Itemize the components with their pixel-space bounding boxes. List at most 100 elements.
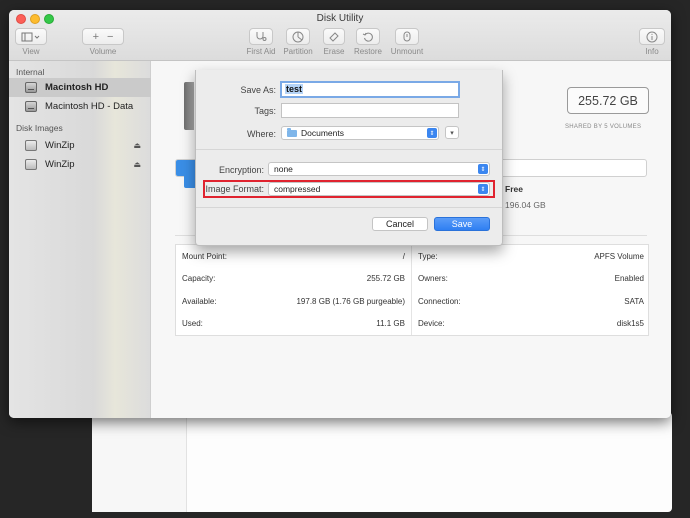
info-button[interactable]	[639, 28, 665, 45]
disk-image-icon	[25, 159, 37, 170]
sidebar-item-label: WinZip	[45, 140, 75, 151]
unmount-label: Unmount	[390, 47, 424, 56]
volume-button[interactable]: + −	[82, 28, 124, 45]
cancel-button[interactable]: Cancel	[372, 217, 428, 231]
info-value: 255.72 GB	[366, 274, 405, 284]
info-value: SATA	[624, 296, 644, 306]
sidebar-icon	[21, 32, 40, 41]
info-key: Owners:	[418, 274, 448, 284]
info-column-left: Mount Point: / Capacity: 255.72 GB Availab…	[176, 245, 412, 335]
sidebar-item-winzip[interactable]: WinZip ⏏	[9, 155, 151, 174]
encryption-label: Encryption:	[218, 165, 264, 175]
expand-dialog-button[interactable]: ▾	[445, 126, 459, 139]
info-key: Available:	[182, 296, 217, 306]
erase-icon	[329, 32, 339, 42]
background-window-sidebar	[92, 412, 187, 512]
sidebar: Internal Macintosh HD Macintosh HD - Dat…	[9, 61, 151, 418]
info-value: 11.1 GB	[376, 319, 405, 329]
info-column-right: Type: APFS Volume Owners: Enabled Connecti…	[412, 245, 650, 335]
volume-label: Volume	[89, 47, 117, 56]
info-value: /	[402, 251, 405, 261]
unmount-button[interactable]	[395, 28, 419, 45]
dialog-separator	[196, 207, 502, 208]
info-row-capacity: Capacity: 255.72 GB	[176, 268, 411, 291]
view-button[interactable]	[15, 28, 47, 45]
save-dialog: Save As: test Tags: Where: Documents ⇕ ▾…	[195, 70, 503, 246]
save-as-value: test	[285, 84, 304, 94]
info-key: Type:	[418, 251, 438, 261]
shared-volumes-note: SHARED BY 5 VOLUMES	[565, 124, 642, 130]
info-key: Capacity:	[182, 274, 216, 284]
save-button[interactable]: Save	[434, 217, 490, 231]
sidebar-item-winzip[interactable]: WinZip ⏏	[9, 136, 151, 155]
window-title: Disk Utility	[316, 13, 364, 24]
first-aid-label: First Aid	[246, 47, 276, 56]
where-popup[interactable]: Documents ⇕	[281, 126, 439, 140]
popup-arrows-icon: ⇕	[478, 164, 488, 174]
unmount-icon	[403, 31, 411, 41]
volume-disk-image	[184, 82, 194, 130]
info-row-connection: Connection: SATA	[412, 290, 650, 313]
info-value: disk1s5	[616, 319, 644, 329]
encryption-value: none	[274, 164, 293, 174]
folder-icon	[287, 127, 297, 137]
where-label: Where:	[246, 129, 276, 139]
free-legend-label: Free	[505, 184, 523, 194]
sidebar-item-macintosh-hd[interactable]: Macintosh HD	[9, 78, 151, 97]
disk-image-icon	[25, 140, 37, 151]
add-icon[interactable]: +	[93, 31, 99, 43]
info-row-available: Available: 197.8 GB (1.76 GB purgeable)	[176, 290, 411, 313]
free-legend-value: 196.04 GB	[505, 200, 546, 210]
info-row-mount-point: Mount Point: /	[176, 245, 411, 268]
storage-used-stub	[184, 170, 195, 188]
info-row-used: Used: 11.1 GB	[176, 313, 411, 336]
info-value: APFS Volume	[594, 251, 644, 261]
info-value: 197.8 GB (1.76 GB purgeable)	[296, 296, 405, 306]
first-aid-button[interactable]	[249, 28, 273, 45]
internal-disk-icon	[25, 101, 37, 112]
sidebar-item-label: Macintosh HD	[45, 82, 109, 93]
popup-arrows-icon: ⇕	[427, 128, 437, 138]
info-value: Enabled	[614, 274, 644, 284]
restore-button[interactable]	[356, 28, 380, 45]
encryption-popup[interactable]: none ⇕	[268, 162, 490, 176]
image-format-highlight	[203, 180, 495, 198]
info-row-owners: Owners: Enabled	[412, 268, 650, 291]
erase-button[interactable]	[323, 28, 345, 45]
info-label: Info	[645, 47, 659, 56]
info-key: Device:	[418, 319, 445, 329]
info-row-type: Type: APFS Volume	[412, 245, 650, 268]
dialog-separator	[196, 149, 502, 150]
info-key: Connection:	[418, 296, 461, 306]
disk-utility-window: Disk Utility View + − Volume First Aid P…	[9, 10, 671, 418]
sidebar-header-disk-images: Disk Images	[16, 123, 63, 133]
erase-label: Erase	[323, 47, 345, 56]
sidebar-item-label: WinZip	[45, 159, 75, 170]
where-value: Documents	[301, 128, 344, 138]
partition-label: Partition	[283, 47, 313, 56]
title-bar: Disk Utility View + − Volume First Aid P…	[9, 10, 671, 61]
info-key: Used:	[182, 319, 203, 329]
background-window	[92, 412, 672, 512]
info-row-device: Device: disk1s5	[412, 313, 650, 336]
save-as-field[interactable]: test	[280, 81, 460, 98]
chevron-down-icon: ▾	[450, 129, 454, 137]
internal-disk-icon	[25, 82, 37, 93]
partition-button[interactable]	[286, 28, 310, 45]
eject-icon[interactable]: ⏏	[133, 160, 141, 169]
volume-info-table: Mount Point: / Capacity: 255.72 GB Availab…	[175, 244, 649, 336]
stethoscope-icon	[256, 32, 267, 41]
save-as-label: Save As:	[240, 85, 276, 95]
eject-icon[interactable]: ⏏	[133, 141, 141, 150]
restore-label: Restore	[353, 47, 382, 56]
volume-size-badge: 255.72 GB	[567, 87, 649, 114]
tags-label: Tags:	[254, 106, 276, 116]
sidebar-header-internal: Internal	[16, 67, 45, 77]
restore-icon	[362, 32, 373, 42]
tags-field[interactable]	[281, 103, 459, 118]
sidebar-item-label: Macintosh HD - Data	[45, 101, 134, 112]
remove-icon[interactable]: −	[107, 31, 113, 43]
partition-icon	[292, 31, 304, 42]
sidebar-item-macintosh-hd-data[interactable]: Macintosh HD - Data	[9, 97, 151, 116]
info-key: Mount Point:	[182, 251, 227, 261]
